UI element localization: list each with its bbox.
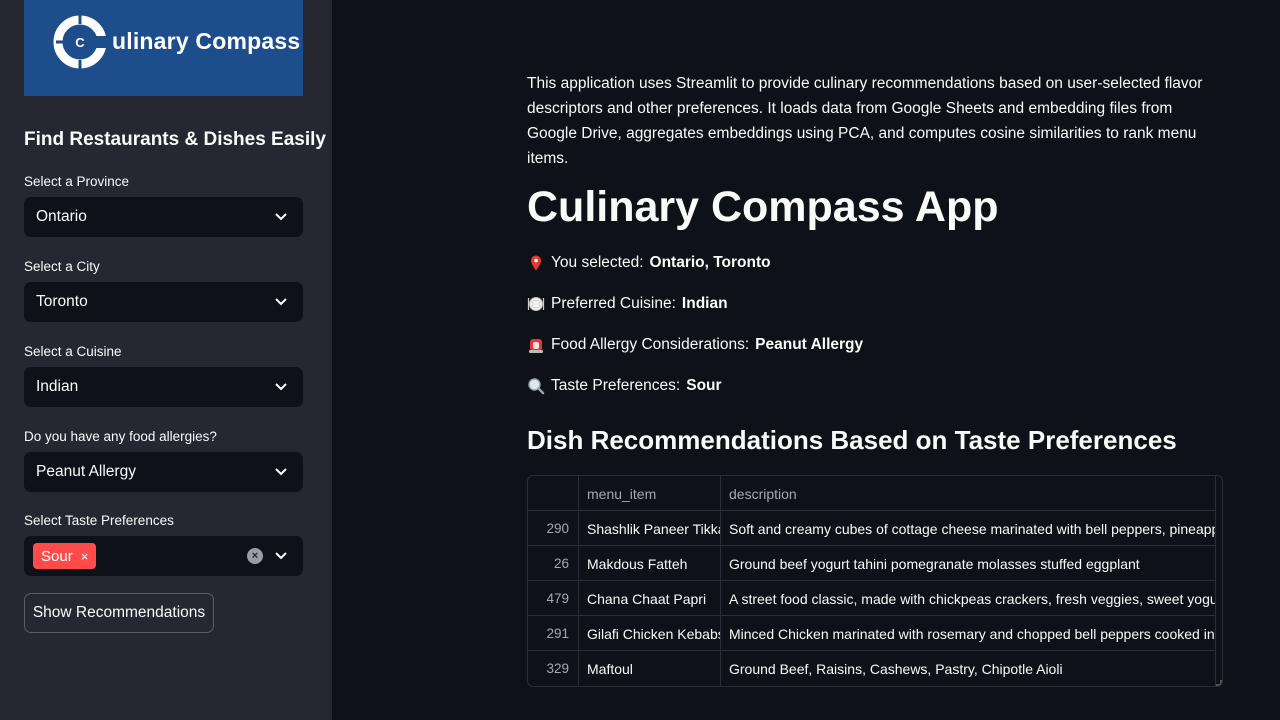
svg-text:C: C: [75, 35, 85, 50]
pin-icon: [531, 255, 541, 271]
city-select[interactable]: Toronto: [24, 282, 303, 322]
chevron-down-icon: [271, 546, 291, 566]
column-header-index[interactable]: [528, 476, 579, 511]
menu-item-cell[interactable]: Gilafi Chicken Kebabs: [579, 616, 721, 651]
taste-label: Select Taste Preferences: [24, 513, 174, 528]
taste-tag-sour[interactable]: Sour ×: [33, 543, 97, 569]
menu-item-cell[interactable]: Chana Chaat Papri: [579, 581, 721, 616]
table-row[interactable]: 479 Chana Chaat Papri A street food clas…: [528, 581, 1216, 616]
row-index: 290: [528, 511, 579, 546]
table-row[interactable]: 290 Shashlik Paneer Tikka Soft and cream…: [528, 511, 1216, 546]
taste-info: Taste Preferences: Sour: [527, 377, 722, 395]
location-info: You selected: Ontario, Toronto: [527, 254, 771, 272]
province-value: Ontario: [36, 208, 87, 225]
cuisine-select[interactable]: Indian: [24, 367, 303, 407]
show-recommendations-button[interactable]: Show Recommendations: [24, 593, 214, 633]
province-label: Select a Province: [24, 174, 130, 189]
table-row[interactable]: 291 Gilafi Chicken Kebabs Minced Chicken…: [528, 616, 1216, 651]
description-cell[interactable]: Ground beef yogurt tahini pomegranate mo…: [721, 546, 1216, 581]
logo-text: ulinary Compass: [112, 28, 301, 54]
tag-remove-icon[interactable]: ×: [81, 549, 89, 564]
table-row[interactable]: 329 Maftoul Ground Beef, Raisins, Cashew…: [528, 651, 1216, 686]
page-title: Culinary Compass App: [527, 183, 999, 231]
cuisine-value: Indian: [36, 378, 79, 395]
chevron-down-icon: [271, 462, 291, 482]
siren-icon: [529, 339, 543, 353]
location-value: Ontario, Toronto: [649, 254, 771, 271]
city-value: Toronto: [36, 293, 88, 310]
compass-logo-icon: C: [53, 14, 108, 70]
allergy-select[interactable]: Peanut Allergy: [24, 452, 303, 492]
table-row[interactable]: 26 Makdous Fatteh Ground beef yogurt tah…: [528, 546, 1216, 581]
sidebar: C ulinary Compass Find Restaurants & Dis…: [0, 0, 332, 720]
chevron-down-icon: [271, 377, 291, 397]
row-index: 479: [528, 581, 579, 616]
row-index: 329: [528, 651, 579, 686]
taste-info-value: Sour: [686, 377, 722, 394]
cuisine-info-label: Preferred Cuisine:: [551, 295, 676, 312]
allergy-label: Do you have any food allergies?: [24, 429, 217, 444]
description-cell[interactable]: Ground Beef, Raisins, Cashews, Pastry, C…: [721, 651, 1216, 686]
cuisine-info-value: Indian: [681, 295, 728, 312]
intro-text: This application uses Streamlit to provi…: [527, 75, 1203, 167]
allergy-info-label: Food Allergy Considerations:: [551, 336, 750, 353]
app-logo: C ulinary Compass: [24, 0, 303, 96]
cuisine-label: Select a Cuisine: [24, 344, 122, 359]
magnifier-icon: [528, 378, 545, 395]
menu-item-cell[interactable]: Makdous Fatteh: [579, 546, 721, 581]
chevron-down-icon: [271, 292, 291, 312]
recommendations-table[interactable]: menu_item description 290 Shashlik Panee…: [527, 475, 1223, 687]
table-header-row: menu_item description: [528, 476, 1216, 511]
taste-multiselect[interactable]: Sour × ×: [24, 536, 303, 576]
column-header-description[interactable]: description: [721, 476, 1216, 511]
province-select[interactable]: Ontario: [24, 197, 303, 237]
resize-handle[interactable]: [1216, 680, 1222, 686]
menu-item-cell[interactable]: Maftoul: [579, 651, 721, 686]
location-label: You selected:: [551, 254, 644, 271]
clear-all-icon[interactable]: ×: [247, 548, 263, 564]
city-label: Select a City: [24, 259, 100, 274]
cuisine-info: Preferred Cuisine: Indian: [527, 295, 728, 313]
row-index: 26: [528, 546, 579, 581]
description-cell[interactable]: A street food classic, made with chickpe…: [721, 581, 1216, 616]
chevron-down-icon: [271, 207, 291, 227]
sidebar-heading: Find Restaurants & Dishes Easily: [24, 129, 326, 150]
row-index: 291: [528, 616, 579, 651]
section-title: Dish Recommendations Based on Taste Pref…: [527, 425, 1177, 455]
taste-tag-label: Sour: [41, 547, 73, 565]
description-cell[interactable]: Soft and creamy cubes of cottage cheese …: [721, 511, 1216, 546]
taste-info-label: Taste Preferences:: [551, 377, 681, 394]
allergy-value: Peanut Allergy: [36, 463, 136, 480]
allergy-info: Food Allergy Considerations: Peanut Alle…: [527, 336, 863, 354]
column-header-menu-item[interactable]: menu_item: [579, 476, 721, 511]
menu-item-cell[interactable]: Shashlik Paneer Tikka: [579, 511, 721, 546]
allergy-info-value: Peanut Allergy: [755, 336, 864, 353]
description-cell[interactable]: Minced Chicken marinated with rosemary a…: [721, 616, 1216, 651]
plate-icon: [527, 297, 545, 311]
